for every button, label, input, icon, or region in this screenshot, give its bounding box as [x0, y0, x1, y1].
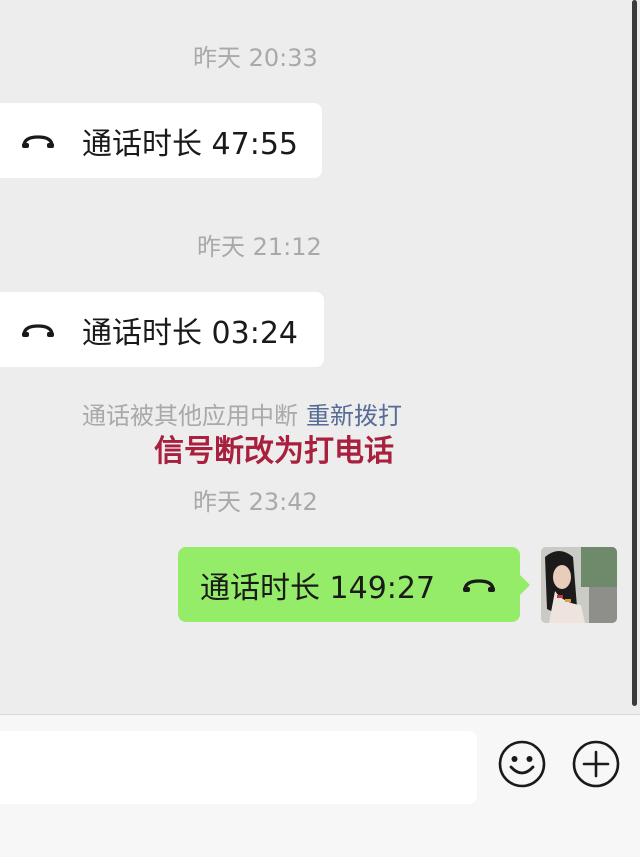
input-bar: [0, 714, 640, 857]
call-record-bubble[interactable]: 通话时长 03:24: [0, 292, 324, 367]
timestamp: 昨天 20:33: [193, 44, 318, 72]
call-duration-text: 通话时长 149:27: [200, 570, 436, 606]
scrollbar[interactable]: [632, 0, 637, 706]
call-record-bubble[interactable]: 通话时长 47:55: [0, 103, 322, 178]
phone-handset-icon: [22, 134, 54, 148]
red-annotation-text: 信号断改为打电话: [154, 434, 394, 469]
plus-icon[interactable]: [571, 739, 621, 789]
phone-handset-icon: [22, 323, 54, 337]
phone-handset-icon: [463, 578, 496, 592]
smiley-icon[interactable]: [497, 739, 547, 789]
timestamp: 昨天 21:12: [197, 233, 322, 261]
message-input[interactable]: [0, 731, 477, 804]
chat-area: 昨天 20:33 通话时长 47:55 昨天 21:12 通话时长 03:24 …: [0, 0, 640, 714]
call-duration-text: 通话时长 47:55: [82, 126, 298, 162]
timestamp: 昨天 23:42: [193, 488, 318, 516]
avatar-photo: [541, 547, 617, 623]
call-record-bubble-sent[interactable]: 通话时长 149:27: [178, 547, 530, 622]
avatar[interactable]: [541, 547, 617, 623]
call-duration-text: 通话时长 03:24: [82, 315, 298, 351]
